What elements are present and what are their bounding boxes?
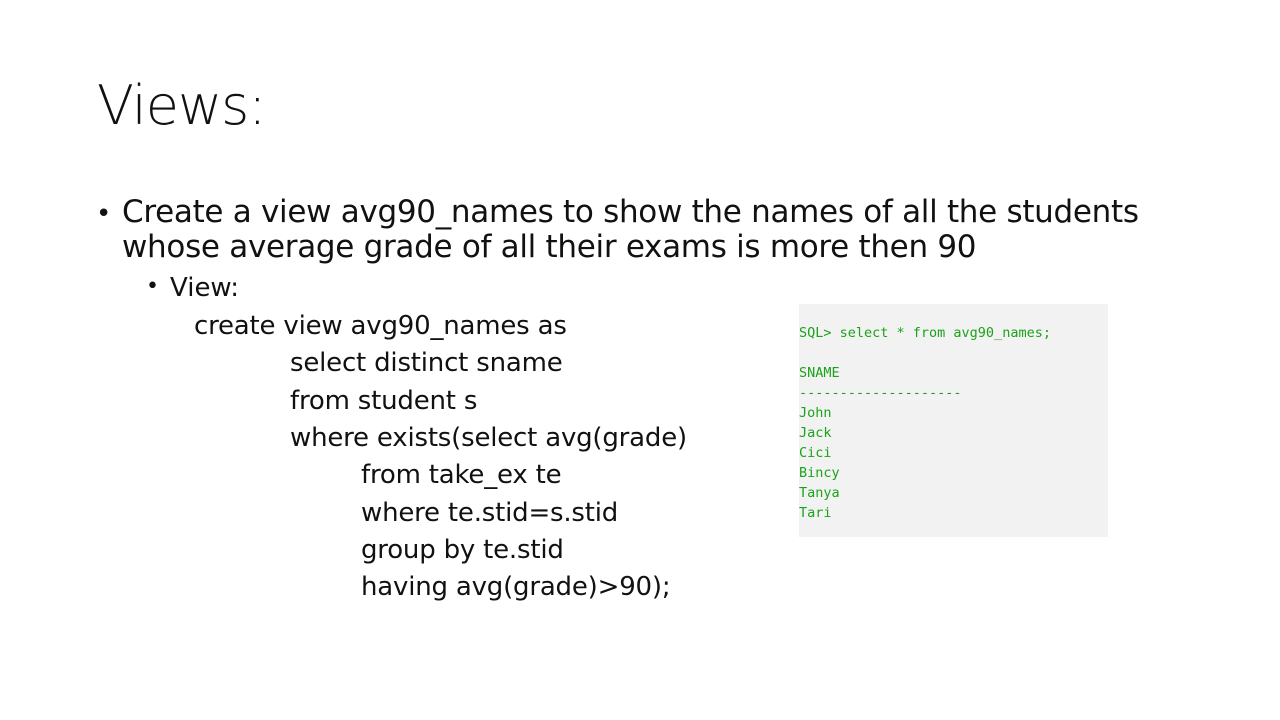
- sql-line-where-exists: where exists(select avg(grade): [290, 423, 687, 453]
- sub-bullet-text: View:: [170, 273, 240, 303]
- slide-title: Views:: [97, 74, 266, 137]
- bullet-dot-icon: •: [96, 199, 112, 229]
- sql-line-group-by: group by te.stid: [361, 535, 564, 565]
- sql-line-from: from student s: [290, 386, 478, 416]
- result-separator: --------------------: [799, 385, 962, 401]
- result-row: Tari: [799, 505, 832, 521]
- result-column-header: SNAME: [799, 365, 840, 381]
- result-row: Cici: [799, 445, 832, 461]
- sql-line-subquery-from: from take_ex te: [361, 460, 562, 490]
- result-row: Bincy: [799, 465, 840, 481]
- sql-command: SQL> select * from avg90_names;: [799, 325, 1051, 341]
- sql-output-panel: SQL> select * from avg90_names; SNAME --…: [799, 304, 1108, 537]
- sub-bullet-dot-icon: •: [146, 274, 159, 299]
- slide: Views: • Create a view avg90_names to sh…: [0, 0, 1280, 720]
- sql-line-subquery-where: where te.stid=s.stid: [361, 498, 619, 528]
- result-row: Tanya: [799, 485, 840, 501]
- sql-line-create-view: create view avg90_names as: [194, 311, 567, 341]
- result-row: Jack: [799, 425, 832, 441]
- sql-line-having: having avg(grade)>90);: [361, 572, 671, 602]
- main-bullet-text: Create a view avg90_names to show the na…: [122, 194, 1139, 265]
- result-row: John: [799, 405, 832, 421]
- sql-line-select: select distinct sname: [290, 348, 563, 378]
